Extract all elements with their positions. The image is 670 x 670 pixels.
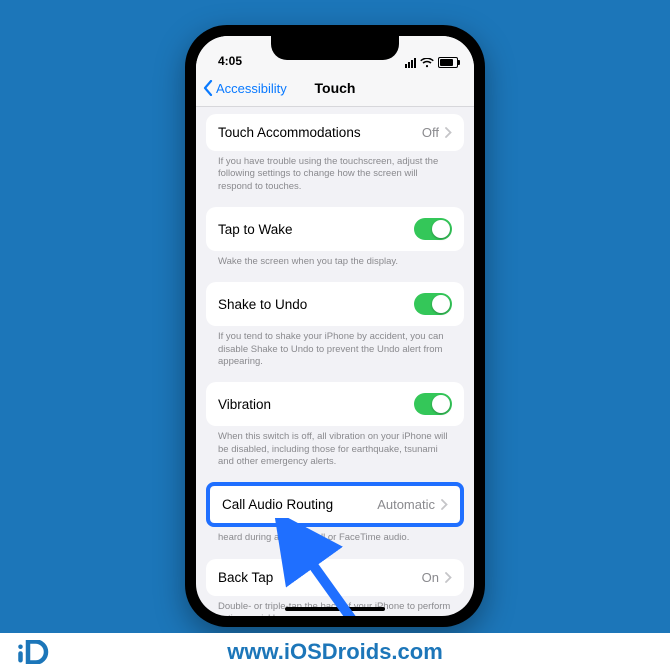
phone-frame: 4:05 Accessibility Touch Touch Accommoda… [185,25,485,627]
row-footer: When this switch is off, all vibration o… [206,426,464,472]
brand-strip: www.iOSDroids.com [0,633,670,670]
chevron-right-icon [441,499,448,510]
toggle-on[interactable] [414,293,452,315]
row-label: Back Tap [218,570,273,585]
row-label: Touch Accommodations [218,125,361,140]
brand-url: www.iOSDroids.com [227,639,443,665]
row-vibration[interactable]: Vibration [206,382,464,426]
back-button[interactable]: Accessibility [202,70,287,106]
row-label: Call Audio Routing [222,497,333,512]
row-footer: If you tend to shake your iPhone by acci… [206,326,464,372]
screen: 4:05 Accessibility Touch Touch Accommoda… [196,36,474,616]
signal-icon [405,58,416,68]
notch [271,36,399,60]
row-value: On [422,570,439,585]
wifi-icon [420,58,434,68]
highlight-annotation: Call Audio Routing Automatic [206,482,464,527]
home-indicator [285,607,385,611]
row-value: Automatic [377,497,435,512]
row-label: Shake to Undo [218,297,307,312]
chevron-right-icon [445,572,452,583]
battery-icon [438,57,458,68]
back-label: Accessibility [216,81,287,96]
toggle-on[interactable] [414,393,452,415]
settings-list[interactable]: Touch Accommodations Off If you have tro… [196,106,474,616]
row-footer: heard during a phone call or FaceTime au… [206,527,464,548]
row-label: Vibration [218,397,271,412]
chevron-left-icon [202,80,214,96]
row-footer: Wake the screen when you tap the display… [206,251,464,272]
nav-bar: Accessibility Touch [196,70,474,107]
row-footer: Double- or triple-tap the back of your i… [206,596,464,616]
row-tap-to-wake[interactable]: Tap to Wake [206,207,464,251]
status-indicators [405,57,458,68]
row-call-audio-routing[interactable]: Call Audio Routing Automatic [210,486,460,523]
status-time: 4:05 [218,54,242,68]
row-touch-accommodations[interactable]: Touch Accommodations Off [206,114,464,151]
row-label: Tap to Wake [218,222,293,237]
row-shake-to-undo[interactable]: Shake to Undo [206,282,464,326]
toggle-on[interactable] [414,218,452,240]
chevron-right-icon [445,127,452,138]
row-back-tap[interactable]: Back Tap On [206,559,464,596]
row-value: Off [422,125,439,140]
row-footer: If you have trouble using the touchscree… [206,151,464,197]
brand-logo [16,633,52,670]
